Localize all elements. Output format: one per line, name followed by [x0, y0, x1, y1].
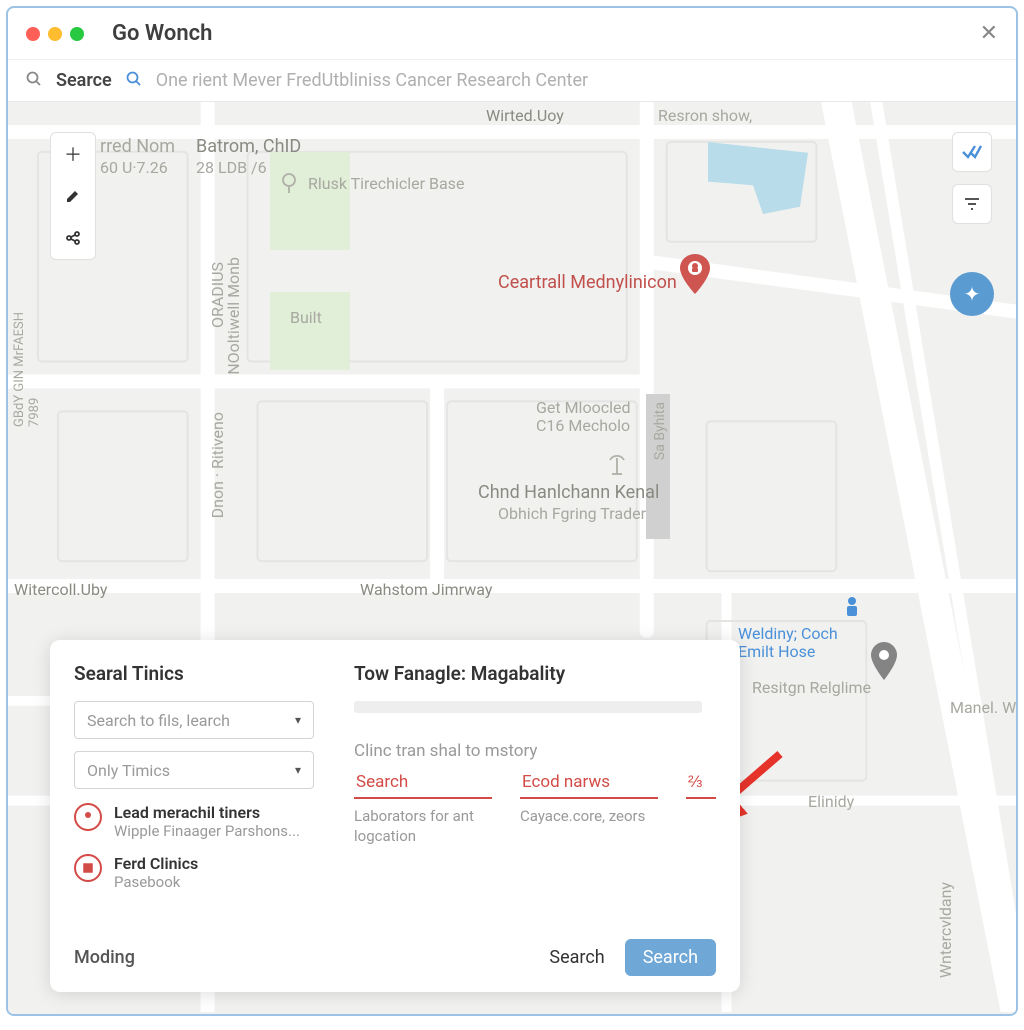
antenna-icon [606, 454, 628, 476]
park-block [270, 152, 350, 250]
list-item[interactable]: Ferd Clinics Pasebook [74, 854, 314, 891]
item-title: Lead merachil tiners [114, 803, 300, 822]
share-icon[interactable] [51, 217, 95, 259]
close-icon[interactable]: ✕ [980, 21, 998, 46]
field-group-label: Clinc tran shal to mstory [354, 741, 716, 761]
map-label: C16 Mecholo [536, 416, 630, 435]
titlebar: Go Wonch ✕ [8, 8, 1016, 60]
street-label: NOoltiwell Monb [224, 257, 243, 375]
window-frame: Go Wonch ✕ Searce One rient Mever FredUt… [6, 6, 1018, 1016]
map-label: Rlusk Tirechicler Base [308, 174, 464, 193]
map-label: 28 LDB /6 [196, 158, 267, 177]
street-label: Wahstom Jimrway [360, 580, 492, 599]
filter-select-1[interactable]: Search to fils, learch ▾ [74, 701, 314, 739]
person-marker-icon[interactable] [842, 596, 862, 618]
add-fab[interactable]: ✦ [950, 272, 994, 316]
street-label: Manel. W [950, 698, 1016, 717]
map-label: Resitgn Relglime [752, 678, 871, 697]
edit-icon[interactable] [51, 175, 95, 217]
map-toolbar-left: ＋ [50, 132, 96, 260]
panel-left-title: Searal Tinics [74, 662, 314, 685]
street-label: Wntercvldany [936, 882, 955, 978]
map-toolbar-right: ✦ [950, 132, 994, 316]
panel-right-title: Tow Fanagle: Magabality [354, 662, 716, 685]
chevron-down-icon: ▾ [295, 713, 301, 727]
map-label: rred Nom [100, 136, 175, 157]
tree-icon [278, 172, 300, 194]
map-label: Chnd Hanlchann Kenal [478, 482, 659, 503]
search-button-plain[interactable]: Search [549, 947, 604, 968]
footer-mode-label: Moding [74, 947, 135, 968]
list-item[interactable]: Lead merachil tiners Wipple Finaager Par… [74, 803, 314, 840]
map-poi-label: Ceartrall Mednylinicon [498, 272, 677, 293]
map-pin-icon[interactable] [680, 254, 710, 294]
map-label: 60 U·7.26 [100, 158, 168, 177]
maximize-dot[interactable] [70, 27, 84, 41]
pin-icon [74, 803, 102, 831]
item-subtitle: Wipple Finaager Parshons... [114, 822, 300, 840]
search-icon [26, 71, 42, 91]
search-button-primary[interactable]: Search [625, 939, 716, 976]
item-subtitle: Pasebook [114, 873, 198, 891]
minimize-dot[interactable] [48, 27, 62, 41]
street-label: Sa Byhita [652, 402, 668, 460]
street-label: Dnon · Ritiveno [208, 412, 227, 518]
map-pin-icon[interactable] [870, 642, 898, 680]
map-label: Get Mloocled [536, 398, 630, 417]
small-field[interactable] [686, 767, 716, 799]
add-icon[interactable]: ＋ [51, 133, 95, 175]
filter-icon[interactable] [952, 184, 992, 224]
window-title: Go Wonch [112, 21, 212, 46]
check-icon[interactable] [952, 132, 992, 172]
street-label: Elinidy [808, 792, 854, 811]
street-label: GBdY GIN MrFAESH 7989 [12, 312, 42, 427]
search-field-1[interactable] [354, 767, 492, 799]
search-label: Searce [56, 70, 112, 91]
map-label: Wirted.Uoy [486, 106, 564, 125]
map-label: Built [290, 308, 322, 327]
field-helper: Cayace.core, zeors [520, 807, 658, 827]
map-canvas[interactable]: rred Nom 60 U·7.26 Batrom, ChID 28 LDB /… [8, 102, 1016, 1014]
street-label: Witercoll.Uby [14, 580, 107, 599]
search-bar: Searce One rient Mever FredUtbliniss Can… [8, 60, 1016, 102]
field-helper: Laborators for ant logcation [354, 807, 492, 846]
search-panel: Searal Tinics Search to fils, learch ▾ O… [50, 640, 740, 992]
map-poi-label: Emilt Hose [738, 642, 815, 661]
map-label: Batrom, ChID [196, 136, 301, 157]
park-block [270, 292, 350, 370]
close-dot[interactable] [26, 27, 40, 41]
traffic-lights [26, 27, 84, 41]
search-input[interactable]: One rient Mever FredUtbliniss Cancer Res… [156, 70, 588, 91]
map-poi-label: Weldiny; Coch [738, 624, 838, 643]
search-field-2[interactable] [520, 767, 658, 799]
map-label: Resron show, [658, 106, 752, 125]
filter-select-2[interactable]: Only Timics ▾ [74, 751, 314, 789]
book-icon [74, 854, 102, 882]
item-title: Ferd Clinics [114, 854, 198, 873]
map-label: Obhich Fgring Trader [498, 504, 646, 523]
progress-bar [354, 701, 702, 713]
chevron-down-icon: ▾ [295, 763, 301, 777]
search-icon-blue [126, 71, 142, 91]
